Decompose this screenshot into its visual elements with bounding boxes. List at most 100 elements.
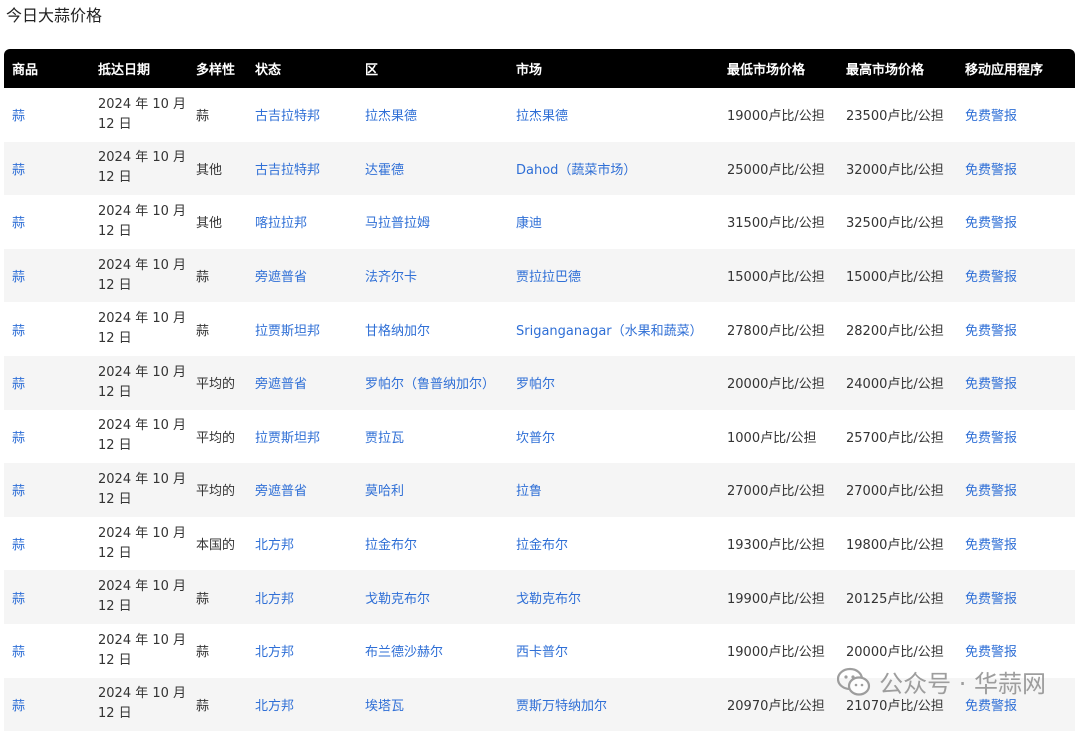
market-cell-text[interactable]: Sriganganagar（水果和蔬菜） bbox=[516, 324, 703, 339]
state-cell[interactable]: 北方邦 bbox=[247, 623, 357, 678]
market-cell[interactable]: 戈勒克布尔 bbox=[508, 570, 719, 624]
commodity-cell[interactable]: 蒜 bbox=[4, 463, 90, 517]
alert-link[interactable]: 免费警报 bbox=[957, 463, 1075, 517]
alert-link-text[interactable]: 免费警报 bbox=[965, 324, 1017, 339]
commodity-cell[interactable]: 蒜 bbox=[4, 88, 90, 142]
market-cell[interactable]: 贾斯万特纳加尔 bbox=[508, 677, 719, 731]
commodity-cell-text[interactable]: 蒜 bbox=[12, 163, 25, 178]
district-cell-text[interactable]: 达霍德 bbox=[365, 163, 404, 178]
market-cell[interactable]: 西卡普尔 bbox=[508, 623, 719, 678]
state-cell[interactable]: 喀拉拉邦 bbox=[247, 195, 357, 249]
alert-link-text[interactable]: 免费警报 bbox=[965, 699, 1017, 714]
district-cell-text[interactable]: 拉杰果德 bbox=[365, 109, 417, 124]
commodity-cell-text[interactable]: 蒜 bbox=[12, 592, 25, 607]
state-cell-text[interactable]: 北方邦 bbox=[255, 538, 294, 553]
district-cell[interactable]: 甘格纳加尔 bbox=[357, 302, 508, 356]
state-cell[interactable]: 旁遮普省 bbox=[247, 248, 357, 303]
district-cell[interactable]: 拉杰果德 bbox=[357, 88, 508, 142]
market-cell-text[interactable]: 贾斯万特纳加尔 bbox=[516, 699, 607, 714]
commodity-cell[interactable]: 蒜 bbox=[4, 570, 90, 624]
district-cell[interactable]: 法齐尔卡 bbox=[357, 248, 508, 303]
commodity-cell[interactable]: 蒜 bbox=[4, 355, 90, 410]
district-cell[interactable]: 贾拉瓦 bbox=[357, 409, 508, 464]
state-cell[interactable]: 拉贾斯坦邦 bbox=[247, 409, 357, 464]
alert-link[interactable]: 免费警报 bbox=[957, 248, 1075, 303]
commodity-cell[interactable]: 蒜 bbox=[4, 623, 90, 678]
alert-link-text[interactable]: 免费警报 bbox=[965, 645, 1017, 660]
district-cell-text[interactable]: 马拉普拉姆 bbox=[365, 216, 430, 231]
district-cell[interactable]: 达霍德 bbox=[357, 141, 508, 196]
market-cell-text[interactable]: 罗帕尔 bbox=[516, 377, 555, 392]
alert-link-text[interactable]: 免费警报 bbox=[965, 109, 1017, 124]
alert-link[interactable]: 免费警报 bbox=[957, 355, 1075, 410]
district-cell[interactable]: 马拉普拉姆 bbox=[357, 195, 508, 249]
market-cell[interactable]: 拉杰果德 bbox=[508, 88, 719, 142]
commodity-cell-text[interactable]: 蒜 bbox=[12, 216, 25, 231]
alert-link-text[interactable]: 免费警报 bbox=[965, 270, 1017, 285]
alert-link[interactable]: 免费警报 bbox=[957, 195, 1075, 249]
commodity-cell-text[interactable]: 蒜 bbox=[12, 538, 25, 553]
alert-link[interactable]: 免费警报 bbox=[957, 141, 1075, 196]
district-cell-text[interactable]: 甘格纳加尔 bbox=[365, 324, 430, 339]
state-cell-text[interactable]: 古吉拉特邦 bbox=[255, 109, 320, 124]
alert-link[interactable]: 免费警报 bbox=[957, 409, 1075, 464]
commodity-cell-text[interactable]: 蒜 bbox=[12, 699, 25, 714]
market-cell-text[interactable]: 戈勒克布尔 bbox=[516, 592, 581, 607]
state-cell[interactable]: 北方邦 bbox=[247, 516, 357, 571]
alert-link-text[interactable]: 免费警报 bbox=[965, 163, 1017, 178]
district-cell-text[interactable]: 戈勒克布尔 bbox=[365, 592, 430, 607]
state-cell-text[interactable]: 旁遮普省 bbox=[255, 270, 307, 285]
district-cell-text[interactable]: 法齐尔卡 bbox=[365, 270, 417, 285]
commodity-cell-text[interactable]: 蒜 bbox=[12, 431, 25, 446]
state-cell[interactable]: 旁遮普省 bbox=[247, 463, 357, 517]
market-cell[interactable]: 坎普尔 bbox=[508, 409, 719, 464]
state-cell[interactable]: 古吉拉特邦 bbox=[247, 141, 357, 196]
alert-link[interactable]: 免费警报 bbox=[957, 570, 1075, 624]
alert-link-text[interactable]: 免费警报 bbox=[965, 216, 1017, 231]
alert-link-text[interactable]: 免费警报 bbox=[965, 484, 1017, 499]
district-cell-text[interactable]: 罗帕尔（鲁普纳加尔） bbox=[365, 377, 495, 392]
alert-link-text[interactable]: 免费警报 bbox=[965, 592, 1017, 607]
market-cell[interactable]: 罗帕尔 bbox=[508, 355, 719, 410]
alert-link[interactable]: 免费警报 bbox=[957, 302, 1075, 356]
state-cell-text[interactable]: 喀拉拉邦 bbox=[255, 216, 307, 231]
commodity-cell[interactable]: 蒜 bbox=[4, 409, 90, 464]
market-cell[interactable]: 康迪 bbox=[508, 195, 719, 249]
district-cell[interactable]: 拉金布尔 bbox=[357, 516, 508, 571]
state-cell-text[interactable]: 旁遮普省 bbox=[255, 377, 307, 392]
district-cell-text[interactable]: 布兰德沙赫尔 bbox=[365, 645, 443, 660]
alert-link-text[interactable]: 免费警报 bbox=[965, 431, 1017, 446]
district-cell[interactable]: 埃塔瓦 bbox=[357, 677, 508, 731]
commodity-cell-text[interactable]: 蒜 bbox=[12, 270, 25, 285]
state-cell-text[interactable]: 拉贾斯坦邦 bbox=[255, 324, 320, 339]
district-cell[interactable]: 布兰德沙赫尔 bbox=[357, 623, 508, 678]
market-cell[interactable]: 拉鲁 bbox=[508, 463, 719, 517]
state-cell[interactable]: 北方邦 bbox=[247, 677, 357, 731]
district-cell-text[interactable]: 埃塔瓦 bbox=[365, 699, 404, 714]
district-cell[interactable]: 戈勒克布尔 bbox=[357, 570, 508, 624]
district-cell[interactable]: 罗帕尔（鲁普纳加尔） bbox=[357, 355, 508, 410]
commodity-cell[interactable]: 蒜 bbox=[4, 248, 90, 303]
market-cell-text[interactable]: 拉杰果德 bbox=[516, 109, 568, 124]
state-cell-text[interactable]: 拉贾斯坦邦 bbox=[255, 431, 320, 446]
market-cell-text[interactable]: 贾拉拉巴德 bbox=[516, 270, 581, 285]
district-cell-text[interactable]: 莫哈利 bbox=[365, 484, 404, 499]
commodity-cell-text[interactable]: 蒜 bbox=[12, 109, 25, 124]
commodity-cell-text[interactable]: 蒜 bbox=[12, 484, 25, 499]
market-cell-text[interactable]: 西卡普尔 bbox=[516, 645, 568, 660]
commodity-cell[interactable]: 蒜 bbox=[4, 302, 90, 356]
alert-link[interactable]: 免费警报 bbox=[957, 516, 1075, 571]
state-cell-text[interactable]: 北方邦 bbox=[255, 645, 294, 660]
state-cell-text[interactable]: 北方邦 bbox=[255, 699, 294, 714]
state-cell-text[interactable]: 古吉拉特邦 bbox=[255, 163, 320, 178]
commodity-cell[interactable]: 蒜 bbox=[4, 677, 90, 731]
market-cell-text[interactable]: Dahod（蔬菜市场） bbox=[516, 163, 636, 178]
commodity-cell-text[interactable]: 蒜 bbox=[12, 324, 25, 339]
state-cell[interactable]: 北方邦 bbox=[247, 570, 357, 624]
market-cell-text[interactable]: 拉鲁 bbox=[516, 484, 542, 499]
market-cell[interactable]: 贾拉拉巴德 bbox=[508, 248, 719, 303]
state-cell[interactable]: 古吉拉特邦 bbox=[247, 88, 357, 142]
commodity-cell-text[interactable]: 蒜 bbox=[12, 377, 25, 392]
state-cell-text[interactable]: 北方邦 bbox=[255, 592, 294, 607]
market-cell[interactable]: 拉金布尔 bbox=[508, 516, 719, 571]
